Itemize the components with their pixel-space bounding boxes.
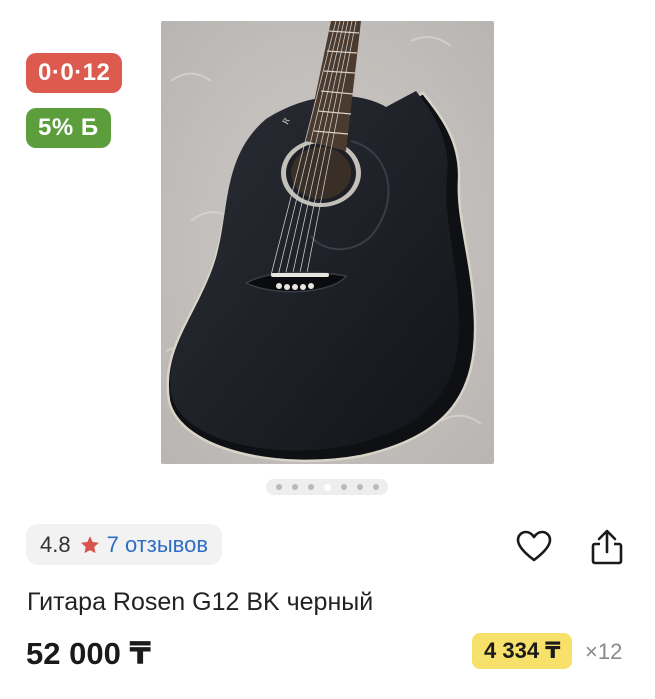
reviews-link[interactable]: 7 отзывов [107, 532, 208, 558]
heart-icon [516, 530, 552, 562]
pagination-dot[interactable] [307, 484, 314, 490]
pagination-dot[interactable] [275, 484, 282, 490]
share-icon [591, 529, 623, 565]
pagination-dot[interactable] [372, 484, 379, 490]
pagination-dot[interactable] [291, 484, 298, 490]
share-button[interactable] [587, 527, 627, 567]
gallery-pagination [266, 479, 388, 495]
pagination-dot[interactable] [356, 484, 363, 490]
product-price: 52 000 ₸ [26, 636, 151, 671]
installment-badge: 0·0·12 [26, 53, 123, 93]
product-title: Гитара Rosen G12 BK черный [27, 588, 374, 616]
pagination-dot-active[interactable] [323, 483, 331, 491]
product-gallery[interactable]: R 0·0·12 5% Б [0, 0, 655, 500]
rating-summary[interactable]: 4.8 7 отзывов [26, 524, 223, 565]
product-photo[interactable]: R [161, 21, 494, 464]
pagination-dot[interactable] [340, 484, 347, 490]
favorite-button[interactable] [514, 527, 554, 567]
guitar-image: R [161, 21, 494, 464]
monthly-payment[interactable]: 4 334 ₸ [472, 633, 573, 669]
star-icon [80, 535, 99, 553]
rating-value: 4.8 [40, 531, 71, 557]
bonus-badge: 5% Б [26, 108, 111, 148]
installment-months: ×12 [585, 639, 623, 664]
